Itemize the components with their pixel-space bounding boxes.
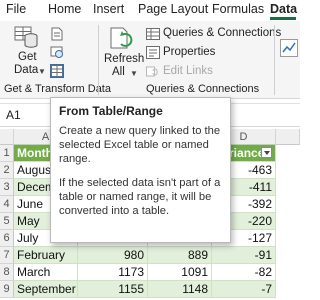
table-cell[interactable]: 1148: [148, 281, 212, 298]
get-data-label-line1: Get: [18, 51, 37, 63]
table-cell-month[interactable]: March: [14, 264, 78, 281]
filter-dropdown-button[interactable]: [261, 147, 272, 158]
table-cell-variance[interactable]: -82: [212, 264, 276, 281]
name-box[interactable]: A1: [6, 108, 21, 122]
queries-connections-icon: [146, 28, 160, 40]
table-cell[interactable]: 1173: [78, 264, 148, 281]
tooltip-paragraph-1: Create a new query linked to the selecte…: [59, 125, 221, 165]
tab-data[interactable]: Data: [270, 2, 297, 16]
row-header[interactable]: 9: [0, 281, 14, 298]
active-tab-indicator: [270, 17, 296, 20]
tab-formulas[interactable]: Formulas: [212, 2, 264, 16]
stocks-data-type-icon[interactable]: [280, 39, 298, 57]
table-cell[interactable]: 1091: [148, 264, 212, 281]
chevron-down-icon: ▼: [130, 69, 138, 78]
row-header[interactable]: 5: [0, 213, 14, 230]
table-cell-month[interactable]: February: [14, 247, 78, 264]
tab-page-layout[interactable]: Page Layout: [138, 2, 208, 16]
table-cell[interactable]: 889: [148, 247, 212, 264]
table-cell-month[interactable]: September: [14, 281, 78, 298]
row-header[interactable]: 2: [0, 162, 14, 179]
from-table-range-icon[interactable]: [50, 64, 64, 78]
menu-bar: File Home Insert Page Layout Formulas Da…: [0, 0, 300, 21]
row-header[interactable]: 3: [0, 179, 14, 196]
tab-insert[interactable]: Insert: [93, 2, 124, 16]
row-header[interactable]: 4: [0, 196, 14, 213]
edit-links-icon: [146, 66, 158, 77]
table-cell[interactable]: 980: [78, 247, 148, 264]
column-header-e[interactable]: [276, 129, 300, 145]
tooltip-title: From Table/Range: [59, 104, 163, 118]
queries-group-title: Queries & Connections: [146, 83, 260, 95]
get-data-button[interactable]: Get Data ▼: [10, 25, 46, 79]
refresh-label-line2: All: [112, 66, 125, 78]
from-table-range-tooltip: From Table/Range Create a new query link…: [50, 97, 231, 243]
get-transform-group-title: Get & Transform Data: [4, 83, 111, 95]
refresh-all-button[interactable]: Refresh All ▼: [102, 25, 145, 79]
row-header[interactable]: 7: [0, 247, 14, 264]
tooltip-paragraph-2: If the selected data isn't part of a tab…: [59, 177, 221, 217]
refresh-icon: [110, 27, 133, 49]
ribbon: Get Data ▼ Get & Transform Data Refresh …: [0, 21, 300, 99]
select-all-corner[interactable]: [0, 129, 14, 145]
tab-file[interactable]: File: [6, 2, 26, 16]
get-data-label-line2: Data: [14, 64, 39, 76]
from-text-csv-icon[interactable]: [50, 27, 64, 41]
table-cell-variance[interactable]: -91: [212, 247, 276, 264]
row-header[interactable]: 6: [0, 230, 14, 247]
database-table-icon: [14, 26, 38, 48]
row-header[interactable]: 1: [0, 145, 14, 162]
chevron-down-icon: ▼: [38, 67, 46, 76]
table-cell[interactable]: 1155: [78, 281, 148, 298]
group-divider: [274, 25, 275, 95]
table-cell-variance[interactable]: -7: [212, 281, 276, 298]
group-divider: [98, 25, 99, 95]
refresh-label-line1: Refresh: [104, 53, 145, 65]
properties-icon: [146, 46, 160, 59]
tab-home[interactable]: Home: [48, 2, 81, 16]
properties-button[interactable]: Properties: [163, 46, 215, 58]
from-web-icon[interactable]: [50, 45, 64, 59]
row-header[interactable]: 8: [0, 264, 14, 281]
queries-connections-button[interactable]: Queries & Connections: [163, 27, 281, 39]
edit-links-button[interactable]: Edit Links: [163, 65, 213, 77]
